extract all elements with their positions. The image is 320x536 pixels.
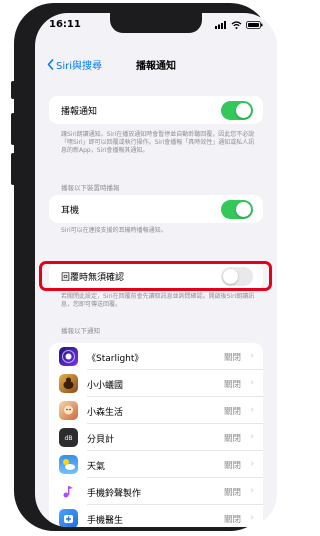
app-name: 天氣: [87, 462, 106, 472]
forest-life-app-icon: [59, 401, 78, 420]
chevron-right-icon: ›: [250, 513, 254, 523]
ant-kingdom-app-icon: [59, 374, 78, 393]
apps-header: 播報以下通知: [61, 327, 100, 335]
list-item[interactable]: 《Starlight》 關閉 ›: [49, 343, 263, 370]
app-status: 關閉: [223, 434, 241, 444]
ringtone-maker-app-icon: [59, 482, 78, 501]
announce-toggle[interactable]: [221, 101, 253, 120]
starlight-app-icon: [59, 347, 78, 366]
app-status: 關閉: [223, 380, 241, 390]
app-name: 手機鈴聲製作: [87, 489, 142, 499]
list-item[interactable]: 手機醫生 關閉 ›: [49, 505, 263, 527]
status-time: 16:11: [49, 19, 81, 30]
app-name: 《Starlight》: [87, 354, 144, 364]
list-item[interactable]: 小森生活 關閉 ›: [49, 397, 263, 424]
chevron-right-icon: ›: [250, 378, 254, 388]
highlight-frame: [39, 261, 272, 291]
cellular-signal-icon: [215, 21, 226, 29]
chevron-right-icon: ›: [250, 405, 254, 415]
volume-down-button: [11, 153, 15, 185]
announce-label: 播報通知: [61, 106, 98, 117]
announce-footnote: 讓Siri朗讀通知。Siri在播放通知時會暫停並自動聆聽回覆，因此您不必說「嘿S…: [61, 131, 255, 154]
chevron-right-icon: ›: [250, 486, 254, 496]
list-item[interactable]: dB 分貝計 關閉 ›: [49, 424, 263, 451]
list-item[interactable]: 天氣 關閉 ›: [49, 451, 263, 478]
app-name: 小森生活: [87, 408, 124, 418]
devices-header: 播報以下裝置時播報: [61, 184, 120, 192]
weather-app-icon: [59, 455, 78, 474]
phone-doctor-app-icon: [59, 509, 78, 527]
status-icons: [215, 21, 263, 29]
announce-row: 播報通知: [49, 96, 263, 124]
app-name: 小小蟻國: [87, 381, 124, 391]
app-status: 關閉: [223, 461, 241, 471]
headphones-group: 耳機: [49, 195, 263, 223]
headphones-toggle[interactable]: [221, 200, 253, 219]
page-title: 播報通知: [136, 61, 176, 72]
announce-group: 播報通知: [49, 96, 263, 124]
headphones-footnote: Siri可以在連接支援的耳機時播報通知。: [61, 227, 167, 234]
list-item[interactable]: 手機鈴聲製作 關閉 ›: [49, 478, 263, 505]
app-status: 關閉: [223, 488, 241, 498]
chevron-right-icon: ›: [250, 432, 254, 442]
app-status: 關閉: [223, 353, 241, 363]
reply-footnote: 若關閉此設定，Siri在回覆前會先讀取訊息並詢問確認。開啟後Siri朗讀訊息，您…: [61, 293, 255, 308]
list-item[interactable]: 小小蟻國 關閉 ›: [49, 370, 263, 397]
volume-up-button: [11, 113, 15, 145]
chevron-right-icon: ›: [250, 459, 254, 469]
navigation-bar: Siri與搜尋 播報通知: [35, 53, 277, 77]
phone-frame: 16:11 Siri與搜尋 播報通知 播報通知 讓Siri朗讀通知。Siri在播…: [11, 3, 277, 531]
screen: 16:11 Siri與搜尋 播報通知 播報通知 讓Siri朗讀通知。Siri在播…: [35, 13, 277, 527]
status-bar: 16:11: [35, 13, 277, 41]
chevron-right-icon: ›: [250, 351, 254, 361]
app-status: 關閉: [223, 515, 241, 525]
battery-icon: [246, 21, 263, 29]
mute-switch: [11, 81, 15, 99]
headphones-label: 耳機: [61, 205, 80, 216]
app-status: 關閉: [223, 407, 241, 417]
wifi-icon: [231, 21, 242, 29]
app-name: 分貝計: [87, 435, 115, 445]
app-name: 手機醫生: [87, 516, 124, 526]
notch: [110, 13, 202, 33]
app-list: 《Starlight》 關閉 › 小小蟻國 關閉 › 小森生活 關閉 › dB …: [49, 343, 263, 527]
headphones-row: 耳機: [49, 195, 263, 223]
svg-text:dB: dB: [65, 435, 73, 442]
decibel-meter-app-icon: dB: [59, 428, 78, 447]
